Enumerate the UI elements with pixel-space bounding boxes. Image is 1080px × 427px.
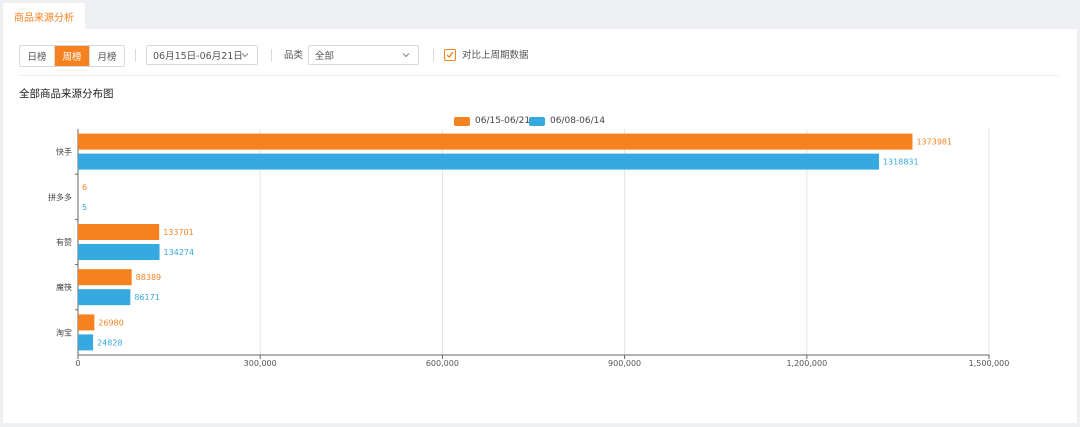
data-label: 134274 (164, 248, 195, 257)
category-label: 魔筷 (56, 282, 72, 292)
category-label: 淘宝 (56, 327, 72, 337)
category-label: 快手 (56, 147, 72, 157)
bar (78, 314, 95, 331)
category-label: 拼多多 (48, 192, 72, 202)
bar (78, 269, 132, 286)
data-label: 5 (82, 203, 87, 212)
bar (78, 153, 879, 170)
data-label: 1373981 (916, 138, 952, 147)
data-label: 24828 (97, 338, 122, 347)
tab-label: 商品来源分析 (14, 12, 74, 24)
x-tick-label: 600,000 (426, 359, 459, 368)
bar (78, 289, 131, 306)
main-card: 日榜 周榜 月榜 06月15日-06月21日 品类 全部 对比上周期数据 全部商… (3, 29, 1077, 423)
data-label: 1318831 (883, 158, 919, 167)
data-label: 86171 (134, 293, 159, 302)
x-tick-label: 300,000 (244, 359, 277, 368)
bar (78, 334, 94, 351)
category-label: 有赞 (56, 237, 72, 247)
tab-product-source-analysis[interactable]: 商品来源分析 (3, 3, 85, 29)
bar (78, 133, 913, 150)
data-label: 88389 (136, 273, 161, 282)
x-tick-label: 1,500,000 (969, 359, 1010, 368)
data-label: 26980 (98, 318, 123, 327)
x-tick-label: 1,200,000 (786, 359, 827, 368)
x-tick-label: 900,000 (608, 359, 641, 368)
data-label: 133701 (163, 228, 194, 237)
bar-chart: 0 300,000 600,000 900,000 1,200,000 1,500,000… (48, 129, 1010, 368)
x-tick-label: 0 (75, 359, 80, 368)
bar (78, 244, 160, 260)
data-label: 6 (82, 183, 87, 192)
bar (78, 224, 160, 240)
